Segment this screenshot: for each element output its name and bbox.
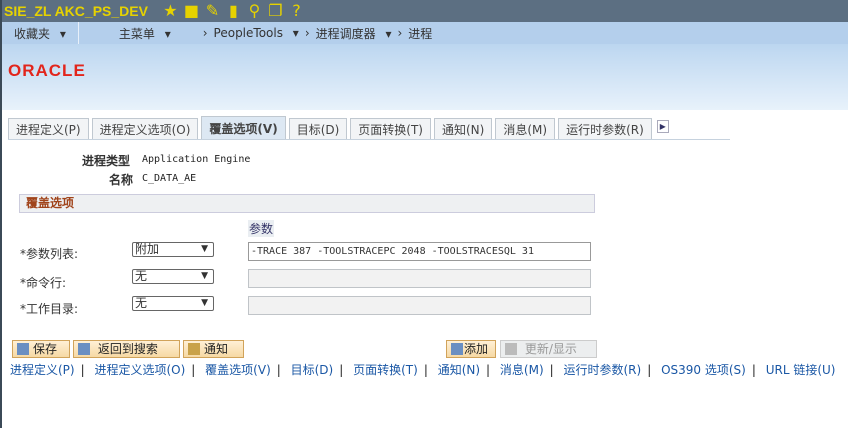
working-directory-select[interactable]: 无 ▼ <box>132 296 214 311</box>
link-messages[interactable]: 消息(M) <box>500 363 544 377</box>
add-icon <box>451 343 463 355</box>
tab-notification[interactable]: 通知(N) <box>434 118 493 139</box>
process-type-value: Application Engine <box>142 154 251 165</box>
next-tab-icon[interactable]: ▸ <box>656 120 669 133</box>
tab-runtime-parameters[interactable]: 运行时参数(R) <box>558 118 652 139</box>
save-button[interactable]: 保存 <box>12 340 70 358</box>
select-value: 无 <box>135 296 148 310</box>
parameter-list-label: *参数列表: <box>20 247 79 261</box>
command-line-select[interactable]: 无 ▼ <box>132 269 214 284</box>
save-icon <box>17 343 29 355</box>
breadcrumb-sep: › <box>304 26 310 40</box>
crumb-label: 进程调度器 <box>315 26 376 41</box>
banner <box>2 44 848 110</box>
breadcrumb-peopletools[interactable]: PeopleTools ▾ <box>214 26 299 40</box>
main-menu-label: 主菜单 <box>118 26 155 41</box>
section-header: 覆盖选项 <box>19 194 595 213</box>
nav-bar: 收藏夹 ▾ 主菜单 ▾ › PeopleTools ▾ › 进程调度器 ▾ › … <box>2 22 848 44</box>
help-icon[interactable]: ? <box>286 1 307 21</box>
working-directory-input[interactable] <box>248 296 591 315</box>
notify-label: 通知 <box>204 342 229 356</box>
favorites-menu[interactable]: 收藏夹 ▾ <box>14 25 66 42</box>
link-url-links[interactable]: URL 链接(U) <box>766 363 836 377</box>
select-value: 无 <box>135 269 148 283</box>
tab-bar: 进程定义(P) 进程定义选项(O) 覆盖选项(V) 目标(D) 页面转换(T) … <box>8 116 730 140</box>
link-os390-options[interactable]: OS390 选项(S) <box>661 363 746 377</box>
main-menu[interactable]: 主菜单 ▾ <box>119 25 171 42</box>
link-override-options[interactable]: 覆盖选项(V) <box>205 363 271 377</box>
link-process-definition[interactable]: 进程定义(P) <box>10 363 75 377</box>
breadcrumb-process[interactable]: 进程 <box>408 25 432 42</box>
chevron-down-icon: ▼ <box>201 244 208 254</box>
working-directory-label: *工作目录: <box>20 302 79 316</box>
document-icon[interactable]: ▮ <box>223 1 244 21</box>
tab-override-options[interactable]: 覆盖选项(V) <box>201 116 286 139</box>
return-label: 返回到搜索 <box>97 342 158 356</box>
link-process-definition-options[interactable]: 进程定义选项(O) <box>94 363 185 377</box>
name-value: C_DATA_AE <box>142 173 197 184</box>
parameter-column-header: 参数 <box>248 220 275 237</box>
folder-icon[interactable]: ■ <box>181 1 202 21</box>
parameter-list-select[interactable]: 附加 ▼ <box>132 242 214 257</box>
update-icon <box>505 343 517 355</box>
bottom-links: 进程定义(P) | 进程定义选项(O) | 覆盖选项(V) | 目标(D) | 页面转换… <box>10 363 836 377</box>
link-runtime-parameters[interactable]: 运行时参数(R) <box>564 363 642 377</box>
pages-icon[interactable]: ❐ <box>265 1 286 21</box>
tab-page-transfer[interactable]: 页面转换(T) <box>350 118 431 139</box>
command-line-label: *命令行: <box>20 276 67 290</box>
system-name: SIE_ZL AKC_PS_DEV <box>4 3 148 19</box>
tab-destination[interactable]: 目标(D) <box>288 118 348 139</box>
favorites-label: 收藏夹 <box>14 26 51 41</box>
crumb-label: PeopleTools <box>213 26 283 40</box>
oracle-logo: ORACLE <box>8 61 86 80</box>
name-label: 名称 <box>109 173 134 187</box>
save-label: 保存 <box>33 342 58 356</box>
link-page-transfer[interactable]: 页面转换(T) <box>353 363 418 377</box>
select-value: 附加 <box>135 242 160 256</box>
return-search-icon <box>78 343 90 355</box>
tab-messages[interactable]: 消息(M) <box>495 118 556 139</box>
return-to-search-button[interactable]: 返回到搜索 <box>73 340 180 358</box>
breadcrumb-sep: › <box>202 26 208 40</box>
add-label: 添加 <box>464 342 489 356</box>
link-notification[interactable]: 通知(N) <box>438 363 480 377</box>
add-button[interactable]: 添加 <box>446 340 496 358</box>
command-line-input[interactable] <box>248 269 591 288</box>
notify-button[interactable]: 通知 <box>183 340 244 358</box>
tab-process-definition-options[interactable]: 进程定义选项(O) <box>91 118 199 139</box>
update-display-button[interactable]: 更新/显示 <box>500 340 597 358</box>
search-icon[interactable]: ⚲ <box>244 1 265 21</box>
breadcrumb-sep: › <box>397 26 403 40</box>
breadcrumb-scheduler[interactable]: 进程调度器 ▾ <box>316 25 392 42</box>
process-type-label: 进程类型 <box>82 154 131 168</box>
star-icon[interactable]: ★ <box>160 1 181 21</box>
parameter-list-input[interactable]: -TRACE 387 -TOOLSTRACEPC 2048 -TOOLSTRAC… <box>248 242 591 261</box>
link-destination[interactable]: 目标(D) <box>291 363 334 377</box>
tab-process-definition[interactable]: 进程定义(P) <box>8 118 89 139</box>
system-bar: SIE_ZL AKC_PS_DEV ★ ■ ✎ ▮ ⚲ ❐ ? <box>2 0 848 22</box>
update-label: 更新/显示 <box>524 342 577 356</box>
notify-icon <box>188 343 200 355</box>
chevron-down-icon: ▼ <box>201 271 208 281</box>
pencil-icon[interactable]: ✎ <box>202 1 223 21</box>
chevron-down-icon: ▼ <box>201 298 208 308</box>
